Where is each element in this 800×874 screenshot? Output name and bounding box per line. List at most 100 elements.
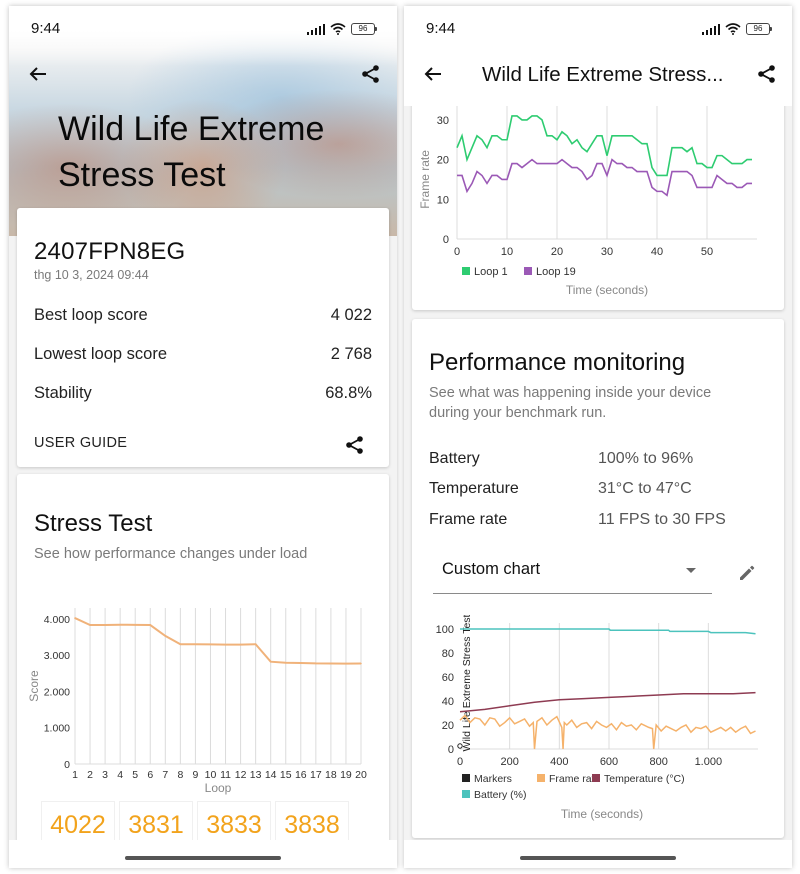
share-icon (758, 65, 775, 83)
user-guide-link[interactable]: USER GUIDE (34, 435, 127, 451)
x-tick-label: 16 (295, 769, 307, 781)
legend-label: Markers (474, 773, 512, 785)
score-point (194, 643, 197, 646)
legend-swatch (462, 790, 470, 798)
stat-label: Lowest loop score (34, 345, 167, 363)
app-bar-title: Wild Life Extreme Stress... (482, 63, 724, 86)
stress-title: Stress Test (34, 510, 153, 537)
arrow-left-icon (29, 67, 46, 81)
x-tick-label: 0 (454, 246, 460, 258)
status-bar: 9:44 96 (404, 6, 792, 50)
y-tick-label: 20 (442, 720, 454, 732)
x-tick-label: 4 (117, 769, 123, 781)
marker-label: Wild Life Extreme Stress Test (461, 615, 473, 751)
x-tick-label: 50 (701, 246, 713, 258)
score-point (299, 662, 302, 664)
status-icons: 96 (306, 23, 377, 35)
caret-down-icon (686, 568, 696, 573)
y-tick-label: 80 (442, 648, 454, 660)
series-line-temperature-c- (459, 691, 756, 713)
stress-subtitle: See how performance changes under load (34, 546, 308, 562)
y-tick-label: 3.000 (44, 650, 70, 662)
legend-swatch (462, 267, 470, 275)
x-tick-label: 15 (280, 769, 292, 781)
score-point (315, 662, 317, 665)
y-tick-label: 10 (437, 194, 449, 206)
x-tick-label: 600 (600, 756, 618, 768)
legend-label: Battery (%) (474, 789, 527, 801)
perf-value-temperature: 31°C to 47°C (598, 480, 692, 497)
x-tick-label: 12 (235, 769, 247, 781)
stat-label: Stability (34, 384, 92, 402)
perf-label-temperature: Temperature (429, 480, 519, 497)
x-tick-label: 0 (457, 756, 463, 768)
x-tick-label: 3 (102, 769, 108, 781)
home-indicator[interactable] (520, 856, 676, 860)
stress-score-chart: 1 2 3 4 5 6 7 8 9 10 11 12 13 14 15 16 17 18 19 2001.0002.0… (27, 608, 367, 795)
x-tick-label: 1.000 (695, 756, 723, 768)
x-tick-label: 400 (550, 756, 568, 768)
y-tick-label: 0 (64, 759, 70, 771)
home-indicator[interactable] (125, 856, 281, 860)
back-button[interactable] (419, 60, 447, 88)
dropdown-value: Custom chart (442, 560, 541, 578)
edit-chart-button[interactable] (733, 559, 761, 587)
stat-value: 4 022 (330, 306, 372, 324)
loop-score: 4022 (50, 811, 106, 839)
x-tick-label: 14 (265, 769, 277, 781)
page-title: Wild Life Extreme Stress Test (58, 110, 325, 194)
test-date: thg 10 3, 2024 09:44 (34, 268, 149, 282)
battery-icon: 96 (351, 23, 377, 35)
status-time: 9:44 (31, 20, 61, 37)
score-point (284, 661, 287, 664)
y-tick-label: 2.000 (44, 686, 70, 698)
y-tick-label: 40 (442, 696, 454, 708)
stat-label: Best loop score (34, 306, 148, 324)
legend-swatch (524, 267, 532, 275)
y-tick-label: 4.000 (44, 614, 70, 626)
share-button[interactable] (357, 60, 385, 88)
chart-type-dropdown[interactable]: Custom chart (433, 547, 712, 594)
y-tick-label: 0 (443, 234, 449, 246)
gesture-area (9, 840, 397, 868)
x-tick-label: 10 (501, 246, 513, 258)
score-point (360, 662, 362, 665)
x-tick-label: 1 (72, 769, 78, 781)
x-tick-label: 20 (355, 769, 367, 781)
score-point (224, 643, 227, 646)
score-point (179, 643, 182, 646)
battery-icon: 96 (746, 23, 772, 35)
score-point (89, 624, 91, 626)
share-icon (362, 65, 379, 83)
score-point (104, 624, 106, 626)
perf-label-framerate: Frame rate (429, 511, 508, 528)
stress-test-card: Stress Test See how performance changes … (17, 474, 389, 868)
x-tick-label: 13 (250, 769, 262, 781)
x-tick-label: 30 (601, 246, 613, 258)
perf-title: Performance monitoring (429, 349, 686, 376)
y-tick-label: 60 (442, 672, 454, 684)
y-tick-label: 30 (437, 115, 449, 127)
status-icons: 96 (701, 23, 772, 35)
x-tick-label: 6 (147, 769, 153, 781)
summary-card: 2407FPN8EG thg 10 3, 2024 09:44 Best loo… (17, 208, 389, 467)
phone-screen-details: 9:44 96 Wild Life Extreme Stress... 0 10 2… (404, 6, 792, 868)
framerate-chart: 0 10 20 30 40 50 0 10 20 30 Frame rate Time (second… (418, 96, 757, 297)
back-button[interactable] (24, 60, 52, 88)
stat-row-lowest: Lowest loop score 2 768 (34, 345, 372, 364)
perf-value-framerate: 11 FPS to 30 FPS (598, 511, 726, 528)
share-result-button[interactable] (341, 431, 369, 459)
loop-score: 3831 (128, 811, 184, 839)
legend-label: Loop 19 (536, 266, 576, 278)
score-point (239, 643, 242, 646)
y-axis-label: Score (27, 670, 41, 702)
share-button[interactable] (753, 60, 781, 88)
y-tick-label: 100 (436, 624, 454, 636)
phone-screen-results: 9:44 96 Wild Life Extreme Stress Test 24… (9, 6, 397, 868)
score-point (164, 635, 167, 637)
x-tick-label: 19 (340, 769, 352, 781)
x-tick-label: 800 (649, 756, 667, 768)
status-time: 9:44 (426, 20, 456, 37)
stat-value: 2 768 (330, 345, 372, 363)
score-point (149, 624, 152, 626)
